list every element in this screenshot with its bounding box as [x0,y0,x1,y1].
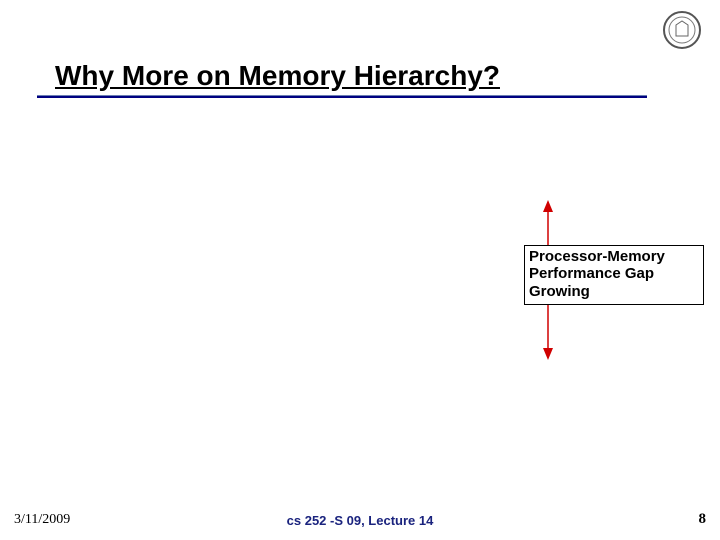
title-underline [37,95,647,98]
footer: 3/11/2009 cs 252 -S 09, Lecture 14 8 [0,508,720,528]
footer-lecture: cs 252 -S 09, Lecture 14 [0,513,720,528]
slide-title: Why More on Memory Hierarchy? [55,60,500,92]
callout-line: Processor-Memory [529,248,699,265]
callout-line: Performance Gap [529,265,699,282]
slide: Why More on Memory Hierarchy? Processor-… [0,0,720,540]
gap-callout: Processor-Memory Performance Gap Growing [524,245,704,305]
callout-line: Growing [529,283,699,300]
university-seal-icon [662,10,702,50]
footer-page-number: 8 [699,511,707,528]
